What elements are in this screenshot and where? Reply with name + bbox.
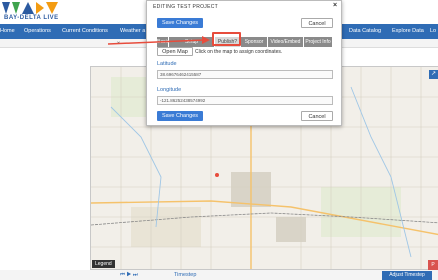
close-icon[interactable]: × [333,2,337,9]
tab-video-embed[interactable]: Video/Embed [268,37,304,47]
nav-item-data-catalog[interactable]: Data Catalog [349,24,381,39]
nav-item-explore-data[interactable]: Explore Data [392,24,424,39]
latitude-label: Latitude [157,61,177,67]
nav-item-login[interactable]: Lo [430,24,436,39]
map-legend-button[interactable]: Legend [92,260,115,268]
timestep-label: Timestep [174,272,197,278]
map-marker-icon[interactable] [215,173,219,177]
save-changes-top-button[interactable]: Save Changes [157,18,203,28]
chevron-down-icon[interactable]: ⌄ [116,38,121,45]
cancel-top-button[interactable]: Cancel [301,18,333,28]
cancel-bottom-button[interactable]: Cancel [301,111,333,121]
tab-setup[interactable]: Setup [169,37,215,47]
edit-project-modal: EDITING TEST PROJECT × Save Changes Canc… [146,0,342,126]
tab-sponsor[interactable]: Sponsor [241,37,268,47]
save-changes-bottom-button[interactable]: Save Changes [157,111,203,121]
modal-title: EDITING TEST PROJECT [153,4,218,10]
map-badge[interactable]: P [428,260,438,270]
playback-controls[interactable]: ⏮ ▶ ⏭ [120,270,138,280]
nav-item-operations[interactable]: Operations [24,24,51,39]
map-hint-text: Click on the map to assign coordinates. [195,49,283,55]
longitude-label: Longitude [157,87,182,93]
logo-mark-icon [2,2,58,14]
nav-item-weather[interactable]: Weather a [120,24,145,39]
expand-map-icon[interactable]: ↗ [429,70,438,79]
publish-tab-highlight [212,32,241,46]
adjust-timestep-button[interactable]: Adjust Timestep [382,271,432,280]
tab-project-info[interactable]: Project Info [304,37,333,47]
open-map-button[interactable]: Open Map [157,47,193,56]
modal-tabs: Basic Setup Publish? Sponsor Video/Embed… [157,37,343,47]
nav-item-home[interactable]: Home [0,24,15,39]
timeline-bar: ⏮ ▶ ⏭ [0,270,438,280]
logo-text: BAY-DELTA LIVE [4,15,59,21]
longitude-input[interactable] [157,96,333,105]
tab-basic[interactable]: Basic [157,37,169,47]
nav-item-current-conditions[interactable]: Current Conditions [62,24,108,39]
site-logo[interactable]: BAY-DELTA LIVE [0,0,70,24]
latitude-input[interactable] [157,70,333,79]
